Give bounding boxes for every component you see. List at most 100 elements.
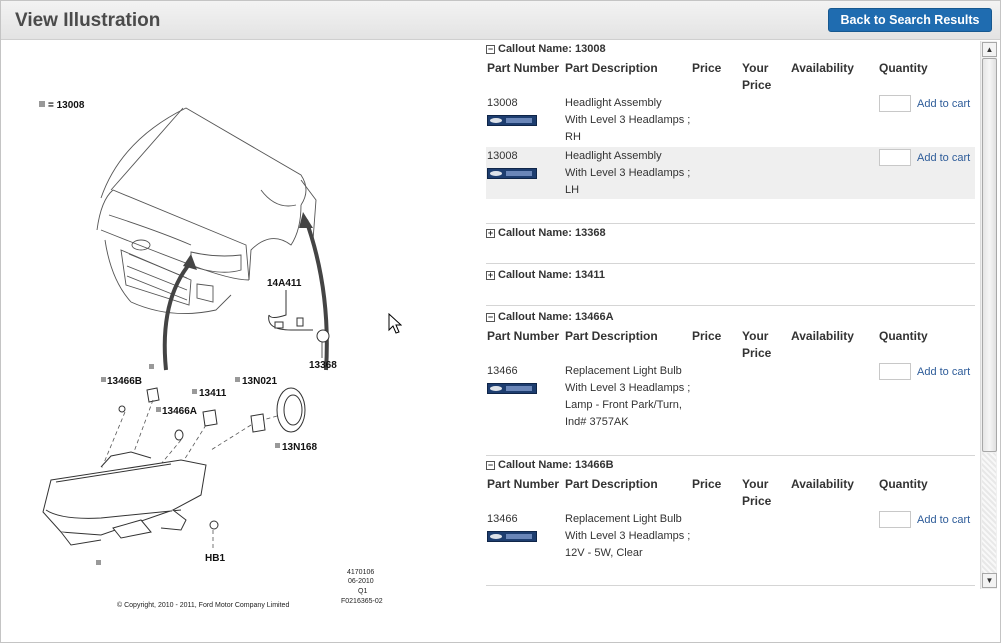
section-divider <box>486 305 975 306</box>
genuine-parts-logo <box>487 168 537 179</box>
part-number: 13008 <box>487 97 518 109</box>
quantity-input[interactable] <box>879 363 911 380</box>
collapse-icon[interactable]: − <box>486 45 495 54</box>
callout-header[interactable]: + Callout Name: 13368 <box>486 227 606 239</box>
expand-icon[interactable]: + <box>486 229 495 238</box>
part-description-line: Replacement Light Bulb <box>565 513 682 525</box>
col-part-description: Part Description <box>565 477 658 491</box>
legend-text: = 13008 <box>48 100 85 111</box>
label-hb1: HB1 <box>205 553 225 564</box>
header-bar: View Illustration Back to Search Results <box>1 1 1000 40</box>
add-to-cart-link[interactable]: Add to cart <box>917 366 970 378</box>
parts-illustration: = 13008 14A411 13368 13466B 13411 13N021… <box>1 40 479 642</box>
callout-header[interactable]: − Callout Name: 13008 <box>486 43 606 55</box>
callout-header[interactable]: − Callout Name: 13466B <box>486 459 614 471</box>
callout-arrow-right <box>304 219 329 371</box>
col-price: Price <box>692 329 722 343</box>
col-your-price-line2: Price <box>742 346 772 360</box>
collapse-icon[interactable]: − <box>486 461 495 470</box>
genuine-parts-logo <box>487 115 537 126</box>
col-your-price-line2: Price <box>742 494 772 508</box>
callout-header[interactable]: − Callout Name: 13466A <box>486 311 614 323</box>
headlight-assembly-drawing <box>42 451 207 546</box>
scrollbar-track[interactable] <box>982 453 996 573</box>
col-quantity: Quantity <box>879 477 928 491</box>
col-availability: Availability <box>791 61 854 75</box>
label-13368: 13368 <box>309 360 337 371</box>
callout-name: Callout Name: 13411 <box>498 269 605 281</box>
add-to-cart-link[interactable]: Add to cart <box>917 98 970 110</box>
col-part-number: Part Number <box>487 477 560 491</box>
col-your-price-line1: Your <box>742 61 769 75</box>
scrollbar-thumb[interactable] <box>982 58 997 452</box>
table-row: 13008 Headlight Assembly With Level 3 He… <box>486 147 975 199</box>
part-description-line: Lamp - Front Park/Turn, <box>565 399 682 411</box>
genuine-parts-logo <box>487 531 537 542</box>
part-description-line: With Level 3 Headlamps ; <box>565 530 691 542</box>
col-quantity: Quantity <box>879 61 928 75</box>
headlight-diagram: = 13008 14A411 13368 13466B 13411 13N021… <box>39 100 383 609</box>
section-divider <box>486 455 975 456</box>
col-part-description: Part Description <box>565 61 658 75</box>
parts-list-panel: − Callout Name: 13008 Part Number Part De… <box>481 41 978 587</box>
expand-icon[interactable]: + <box>486 271 495 280</box>
part-number: 13466 <box>487 513 518 525</box>
back-to-search-results-button[interactable]: Back to Search Results <box>828 8 992 32</box>
part-description-line: RH <box>565 131 581 143</box>
section-divider <box>486 585 975 586</box>
callout-section-13466a: − Callout Name: 13466A Part Number Part D… <box>486 311 975 456</box>
doc-line-3: Q1 <box>358 588 367 595</box>
callout-section-13411: + Callout Name: 13411 <box>486 269 975 307</box>
part-number: 13466 <box>487 365 518 377</box>
section-divider <box>486 263 975 264</box>
doc-line-4: F0216365-02 <box>341 598 383 605</box>
collapse-icon[interactable]: − <box>486 313 495 322</box>
part-description-line: Headlight Assembly <box>565 150 662 162</box>
callout-name: Callout Name: 13466B <box>498 459 614 471</box>
label-13n021: 13N021 <box>242 376 277 387</box>
quantity-input[interactable] <box>879 511 911 528</box>
table-row: 13008 Headlight Assembly With Level 3 He… <box>486 95 975 148</box>
parts-list-scrollbar[interactable]: ▲ ▼ <box>980 41 997 589</box>
col-availability: Availability <box>791 477 854 491</box>
col-quantity: Quantity <box>879 329 928 343</box>
col-part-number: Part Number <box>487 329 560 343</box>
scroll-down-arrow-icon[interactable]: ▼ <box>982 573 997 588</box>
wiring-harness-drawing <box>268 290 330 343</box>
quantity-input[interactable] <box>879 95 911 112</box>
col-part-number: Part Number <box>487 61 560 75</box>
genuine-parts-logo <box>487 383 537 394</box>
part-description-line: With Level 3 Headlamps ; <box>565 114 691 126</box>
scroll-up-arrow-icon[interactable]: ▲ <box>982 42 997 57</box>
copyright-text: © Copyright, 2010 - 2011, Ford Motor Com… <box>117 601 289 609</box>
label-13466a: 13466A <box>162 406 197 417</box>
table-row: 13466 Replacement Light Bulb With Level … <box>486 511 975 565</box>
add-to-cart-link[interactable]: Add to cart <box>917 514 970 526</box>
view-illustration-window: View Illustration Back to Search Results… <box>0 0 1001 643</box>
section-divider <box>486 223 975 224</box>
part-description-line: Ind# 3757AK <box>565 416 629 428</box>
label-14a411: 14A411 <box>267 278 302 289</box>
col-price: Price <box>692 61 722 75</box>
part-description-line: With Level 3 Headlamps ; <box>565 382 691 394</box>
mouse-cursor-icon <box>388 313 402 334</box>
label-13n168: 13N168 <box>282 442 317 453</box>
col-part-description: Part Description <box>565 329 658 343</box>
part-description-line: With Level 3 Headlamps ; <box>565 167 691 179</box>
label-13411: 13411 <box>199 388 227 399</box>
label-13466b: 13466B <box>107 376 142 387</box>
callout-section-13466b: − Callout Name: 13466B Part Number Part D… <box>486 459 975 587</box>
quantity-input[interactable] <box>879 149 911 166</box>
col-your-price-line1: Your <box>742 477 769 491</box>
callout-name: Callout Name: 13466A <box>498 311 614 323</box>
add-to-cart-link[interactable]: Add to cart <box>917 152 970 164</box>
col-price: Price <box>692 477 722 491</box>
part-description-line: 12V - 5W, Clear <box>565 547 643 559</box>
callout-header[interactable]: + Callout Name: 13411 <box>486 269 605 281</box>
part-description-line: Headlight Assembly <box>565 97 662 109</box>
col-your-price-line1: Your <box>742 329 769 343</box>
callout-name: Callout Name: 13008 <box>498 43 606 55</box>
part-number: 13008 <box>487 150 518 162</box>
callout-section-13008: − Callout Name: 13008 Part Number Part De… <box>486 43 975 225</box>
doc-line-1: 4170106 <box>347 569 374 576</box>
